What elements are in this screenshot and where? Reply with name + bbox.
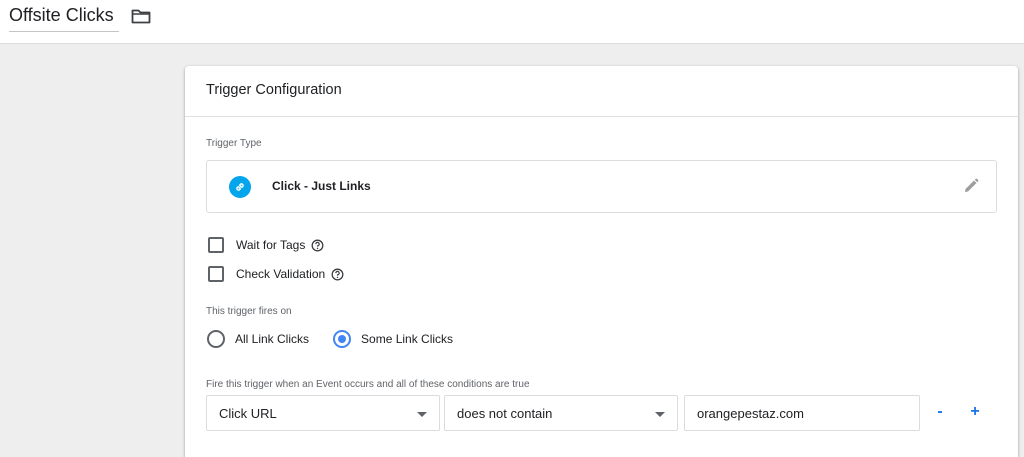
trigger-type-label: Trigger Type — [206, 138, 262, 149]
link-icon — [229, 176, 251, 198]
check-validation-label: Check Validation — [236, 267, 326, 281]
top-bar: Offsite Clicks — [0, 0, 1024, 44]
condition-value-input[interactable]: orangepestaz.com — [684, 395, 920, 431]
help-icon[interactable] — [311, 239, 324, 252]
some-link-clicks-label[interactable]: Some Link Clicks — [361, 332, 453, 346]
condition-operator-value: does not contain — [457, 406, 553, 421]
chevron-down-icon — [417, 412, 427, 417]
condition-variable-value: Click URL — [219, 406, 277, 421]
trigger-type-selector[interactable]: Click - Just Links — [206, 160, 997, 213]
check-validation-checkbox[interactable] — [208, 266, 224, 282]
wait-for-tags-label: Wait for Tags — [236, 238, 306, 252]
fires-on-label: This trigger fires on — [206, 306, 292, 317]
condition-label: Fire this trigger when an Event occurs a… — [206, 379, 530, 390]
add-condition-button[interactable]: + — [968, 403, 982, 421]
pencil-icon[interactable] — [962, 177, 980, 195]
trigger-name-field[interactable]: Offsite Clicks — [9, 5, 119, 32]
condition-value-text: orangepestaz.com — [697, 406, 804, 421]
folder-icon[interactable] — [131, 8, 151, 24]
trigger-configuration-card: Trigger Configuration Trigger Type Click… — [185, 66, 1018, 457]
condition-operator-select[interactable]: does not contain — [444, 395, 678, 431]
all-link-clicks-radio[interactable] — [207, 330, 225, 348]
some-link-clicks-radio[interactable] — [333, 330, 352, 348]
fires-on-radio-group: All Link Clicks Some Link Clicks — [207, 329, 453, 349]
all-link-clicks-label[interactable]: All Link Clicks — [235, 332, 309, 346]
wait-for-tags-checkbox[interactable] — [208, 237, 224, 253]
help-icon[interactable] — [331, 268, 344, 281]
condition-variable-select[interactable]: Click URL — [206, 395, 440, 431]
remove-condition-button[interactable]: - — [933, 403, 947, 421]
card-title: Trigger Configuration — [185, 66, 1018, 117]
wait-for-tags-option[interactable]: Wait for Tags — [208, 235, 324, 255]
check-validation-option[interactable]: Check Validation — [208, 264, 344, 284]
chevron-down-icon — [655, 412, 665, 417]
trigger-type-name: Click - Just Links — [272, 179, 371, 193]
